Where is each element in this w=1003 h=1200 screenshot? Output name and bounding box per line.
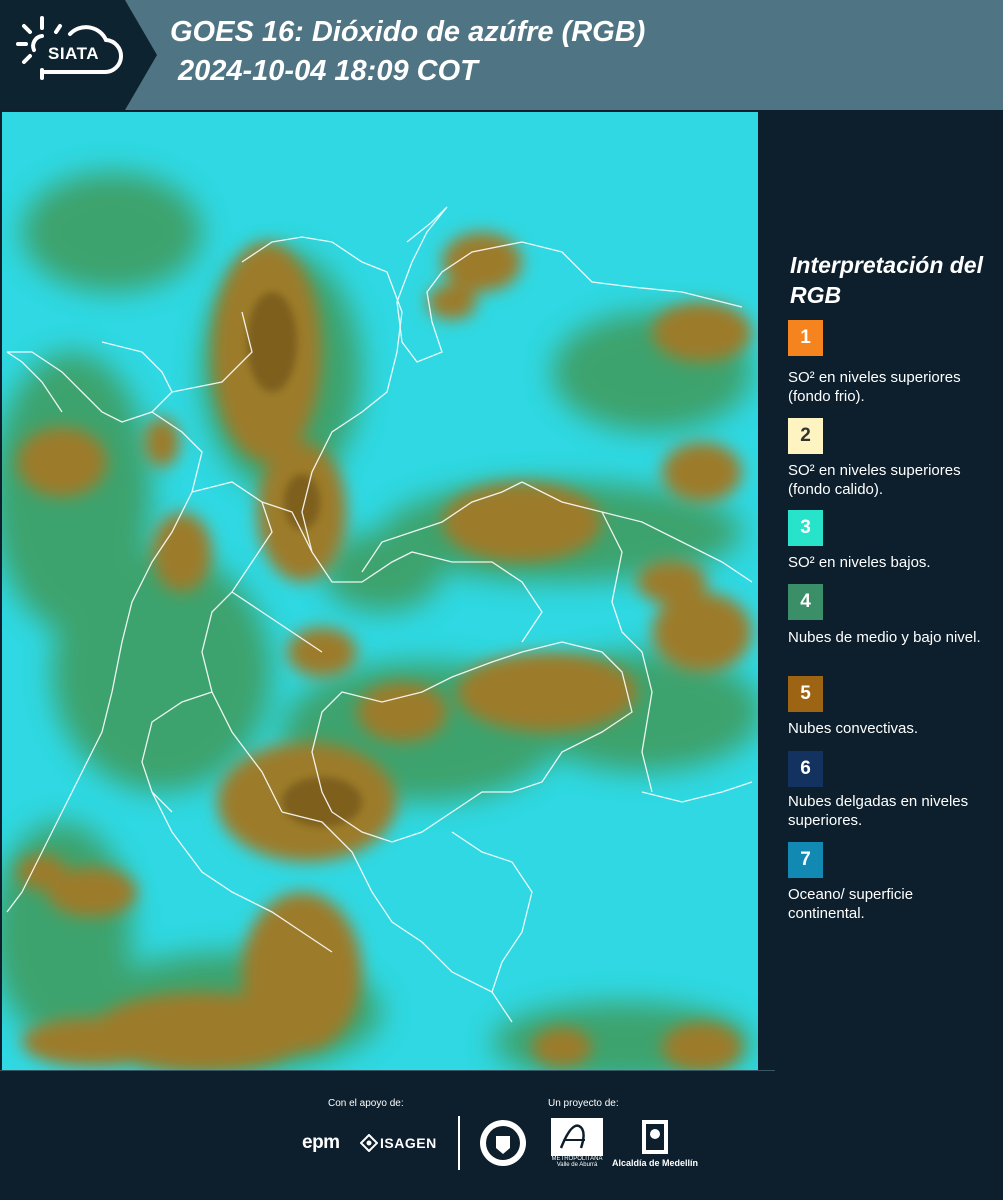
timestamp: 2024-10-04 18:09 COT bbox=[178, 55, 478, 87]
legend-swatch-5: 5 bbox=[788, 676, 823, 712]
legend-swatch-7: 7 bbox=[788, 842, 823, 878]
legend-panel: Interpretación del RGB 1 SO² en niveles s… bbox=[760, 112, 1003, 1070]
legend-desc-5: Nubes convectivas. bbox=[788, 720, 919, 737]
legend-desc-2: SO² en niveles superiores (fondo calido)… bbox=[788, 462, 961, 498]
legend-desc-1: SO² en niveles superiores (fondo frio). bbox=[788, 369, 961, 405]
legend-desc-6: Nubes delgadas en niveles superiores. bbox=[788, 793, 969, 829]
legend-title: Interpretación del RGB bbox=[790, 252, 983, 308]
satellite-map bbox=[2, 112, 758, 1070]
legend-swatch-4: 4 bbox=[788, 584, 823, 620]
footer-divider-line bbox=[0, 1070, 775, 1071]
siata-logo: SIATA bbox=[0, 0, 125, 110]
legend-swatch-2: 2 bbox=[788, 418, 823, 454]
legend-swatch-3: 3 bbox=[788, 510, 823, 546]
logo-chevron bbox=[125, 0, 157, 110]
legend-desc-7: Oceano/ superficie continental. bbox=[788, 886, 914, 922]
satellite-image bbox=[2, 112, 758, 1070]
alcaldia-logo-text: Alcaldía de Medellín bbox=[612, 1158, 699, 1168]
page-title: GOES 16: Dióxido de azúfre (RGB) bbox=[170, 16, 646, 48]
project-label: Un proyecto de: bbox=[548, 1098, 619, 1109]
legend-swatch-6: 6 bbox=[788, 751, 823, 787]
alcaldia-shield-icon bbox=[642, 1120, 668, 1154]
epm-logo: epm bbox=[302, 1132, 340, 1153]
legend-desc-4: Nubes de medio y bajo nivel. bbox=[788, 629, 981, 646]
area-metropolitana-logo bbox=[551, 1118, 603, 1156]
isagen-logo: ISAGEN bbox=[380, 1135, 437, 1151]
isagen-icon bbox=[360, 1134, 378, 1152]
footer: Con el apoyo de: Un proyecto de: epm ISA… bbox=[0, 1070, 1003, 1200]
area-metropolitana-caption: METROPOLITANA Valle de Aburrá bbox=[551, 1156, 603, 1168]
legend-swatch-1: 1 bbox=[788, 320, 823, 356]
logo-text: SIATA bbox=[48, 44, 99, 63]
legend-desc-3: SO² en niveles bajos. bbox=[788, 554, 931, 571]
support-label: Con el apoyo de: bbox=[328, 1098, 404, 1109]
medellin-seal-icon bbox=[480, 1120, 526, 1166]
footer-vertical-divider bbox=[458, 1116, 460, 1170]
header-bar: SIATA GOES 16: Dióxido de azúfre (RGB) 2… bbox=[0, 0, 1003, 110]
